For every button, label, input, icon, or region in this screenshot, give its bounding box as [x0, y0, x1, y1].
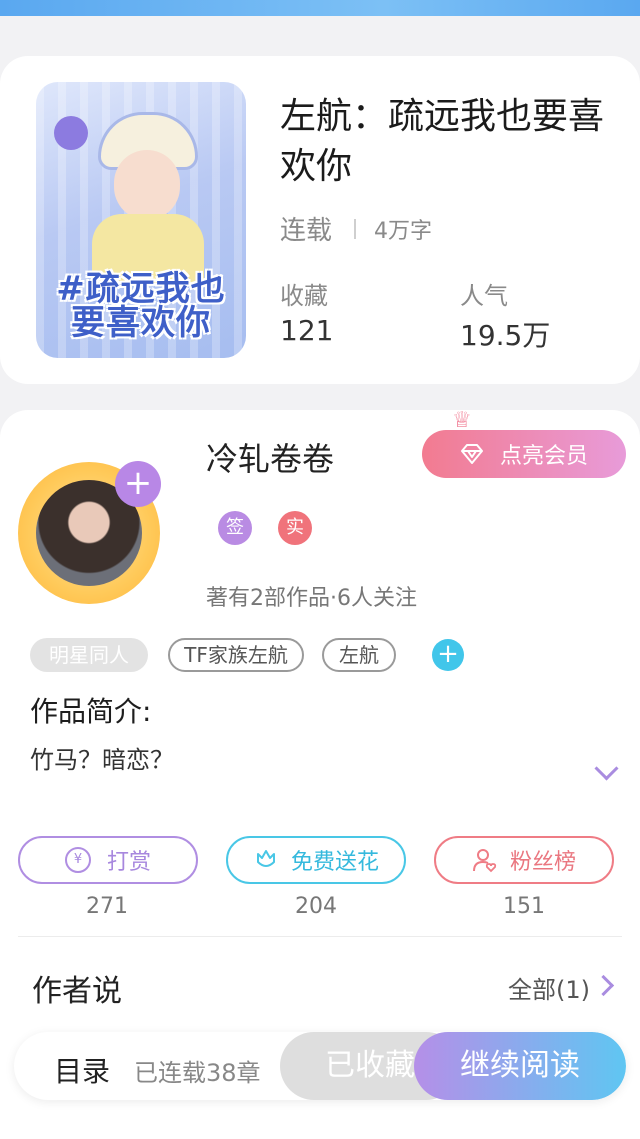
- tag-zuohang[interactable]: 左航: [322, 638, 396, 672]
- favorites-label: 收藏: [280, 282, 328, 310]
- diamond-icon: [460, 444, 484, 464]
- bottom-action-bar: 目录 已连载38章 已收藏 继续阅读: [14, 1032, 626, 1100]
- cover-title-text: #疏远我也要喜欢你: [56, 269, 226, 343]
- catalog-button[interactable]: 目录: [54, 1050, 110, 1090]
- add-tag-button[interactable]: +: [432, 639, 464, 671]
- vip-button-label: 点亮会员: [499, 444, 588, 469]
- user-heart-icon: [472, 847, 498, 873]
- book-cover[interactable]: #疏远我也要喜欢你: [36, 82, 246, 358]
- tag-celebrity-fanfic[interactable]: 明星同人: [30, 638, 148, 672]
- send-flower-label: 免费送花: [290, 850, 379, 875]
- tag-tf-family[interactable]: TF家族左航: [168, 638, 304, 672]
- signed-badge: 签: [218, 511, 252, 545]
- tip-label: 打赏: [106, 850, 151, 875]
- intro-label: 作品简介:: [30, 695, 152, 728]
- popularity-value: 19.5万: [460, 319, 551, 352]
- yen-icon: ¥: [64, 847, 91, 873]
- continue-reading-button[interactable]: 继续阅读: [414, 1032, 626, 1100]
- serial-status: 连载: [280, 216, 333, 246]
- fans-count: 151: [503, 894, 545, 919]
- author-says-title: 作者说: [32, 974, 122, 1009]
- follow-plus-button[interactable]: +: [115, 461, 161, 507]
- tip-button[interactable]: ¥ 打赏: [18, 836, 198, 884]
- tip-count: 271: [86, 894, 128, 919]
- favorites-value: 121: [280, 314, 334, 347]
- fans-ranking-label: 粉丝榜: [509, 850, 576, 875]
- verified-badge: 实: [278, 511, 312, 545]
- word-count: 4万字: [374, 218, 433, 244]
- book-meta: 连载 4万字: [280, 210, 432, 247]
- author-name[interactable]: 冷轧卷卷: [206, 434, 334, 480]
- vip-button[interactable]: 点亮会员: [422, 430, 626, 478]
- flower-count: 204: [295, 894, 337, 919]
- flower-icon: [253, 848, 279, 872]
- status-bar-strip: [0, 0, 640, 16]
- author-says-all-link[interactable]: 全部(1): [508, 970, 590, 1005]
- meta-divider: [354, 218, 357, 239]
- cover-face: [114, 150, 180, 220]
- popularity-label: 人气: [460, 282, 508, 310]
- divider: [18, 936, 622, 937]
- intro-text: 竹马？暗恋？: [30, 746, 174, 774]
- author-works-info: 著有2部作品·6人关注: [206, 586, 417, 611]
- send-flower-button[interactable]: 免费送花: [226, 836, 406, 884]
- chapter-count: 已连载38章: [134, 1059, 261, 1087]
- book-title: 左航：疏远我也要喜欢你: [280, 96, 605, 187]
- fans-ranking-button[interactable]: 粉丝榜: [434, 836, 614, 884]
- cover-ball-decoration: [54, 116, 88, 150]
